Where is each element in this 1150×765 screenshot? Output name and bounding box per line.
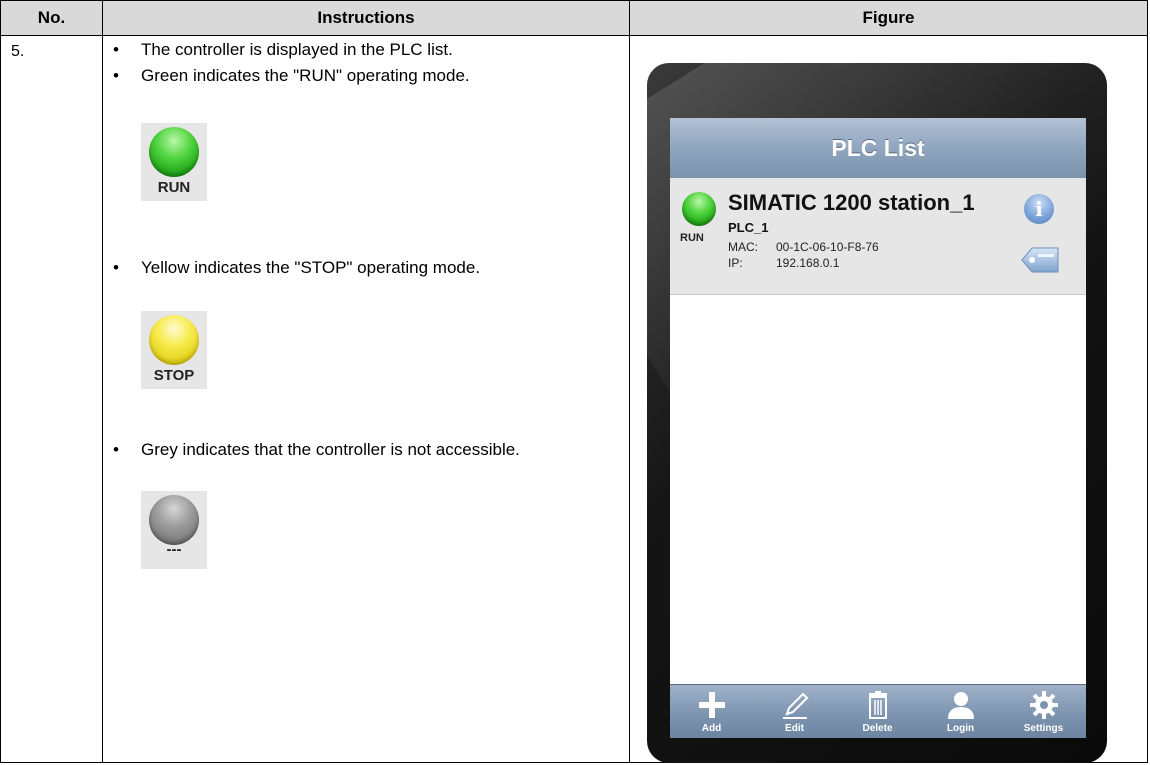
column-divider <box>102 1 103 762</box>
plc-status-label: RUN <box>680 232 704 244</box>
plc-ip: IP: 192.168.0.1 <box>728 256 840 270</box>
nav-bar: PLC List <box>670 118 1086 179</box>
device-screen: PLC List RUN SIMATIC 1200 station_1 PLC_… <box>670 118 1086 738</box>
gear-icon <box>1030 691 1058 719</box>
plc-list-item[interactable]: RUN SIMATIC 1200 station_1 PLC_1 MAC: 00-… <box>670 178 1086 295</box>
instruction-text: Green indicates the "RUN" operating mode… <box>141 66 470 85</box>
instruction-text: Grey indicates that the controller is no… <box>141 440 520 459</box>
bullet-icon: • <box>113 258 119 277</box>
plc-id: PLC_1 <box>728 220 769 235</box>
tab-login[interactable]: Login <box>919 685 1002 738</box>
bullet-icon: • <box>113 66 119 85</box>
column-divider <box>629 1 630 762</box>
plc-mac: MAC: 00-1C-06-10-F8-76 <box>728 240 879 254</box>
stop-status-icon: STOP <box>141 311 207 389</box>
header-no: No. <box>37 8 66 27</box>
bullet-icon: • <box>113 40 119 59</box>
tab-edit[interactable]: Edit <box>753 685 836 738</box>
instruction-table: No. Instructions Figure 5. • The control… <box>0 0 1148 763</box>
grey-indicator-icon <box>149 495 199 545</box>
screen-title: PLC List <box>831 135 925 161</box>
plus-icon <box>699 692 725 718</box>
yellow-indicator-icon <box>149 315 199 365</box>
stop-label: STOP <box>153 367 195 384</box>
inaccessible-label: --- <box>166 541 182 558</box>
tag-icon[interactable] <box>1020 246 1060 274</box>
table-header-row: No. Instructions Figure <box>1 1 1147 36</box>
info-icon[interactable]: i <box>1024 194 1054 224</box>
row-number: 5. <box>11 43 25 60</box>
tab-settings[interactable]: Settings <box>1002 685 1085 738</box>
tab-add[interactable]: Add <box>670 685 753 738</box>
bullet-icon: • <box>113 440 119 459</box>
inaccessible-status-icon: --- <box>141 491 207 569</box>
plc-station-name: SIMATIC 1200 station_1 <box>728 190 975 215</box>
run-status-icon: RUN <box>141 123 207 201</box>
header-figure: Figure <box>862 8 915 27</box>
trash-icon <box>869 691 887 719</box>
user-icon <box>948 692 974 719</box>
tab-bar: Add Edit Delete Login Settings <box>670 684 1086 738</box>
run-label: RUN <box>157 179 191 196</box>
run-status-icon <box>682 192 716 226</box>
instruction-text: The controller is displayed in the PLC l… <box>141 40 453 59</box>
pencil-icon <box>783 692 809 719</box>
tablet-device: PLC List RUN SIMATIC 1200 station_1 PLC_… <box>647 63 1107 763</box>
instruction-text: Yellow indicates the "STOP" operating mo… <box>141 258 481 277</box>
green-indicator-icon <box>149 127 199 177</box>
header-instructions: Instructions <box>317 8 415 27</box>
tab-delete[interactable]: Delete <box>836 685 919 738</box>
